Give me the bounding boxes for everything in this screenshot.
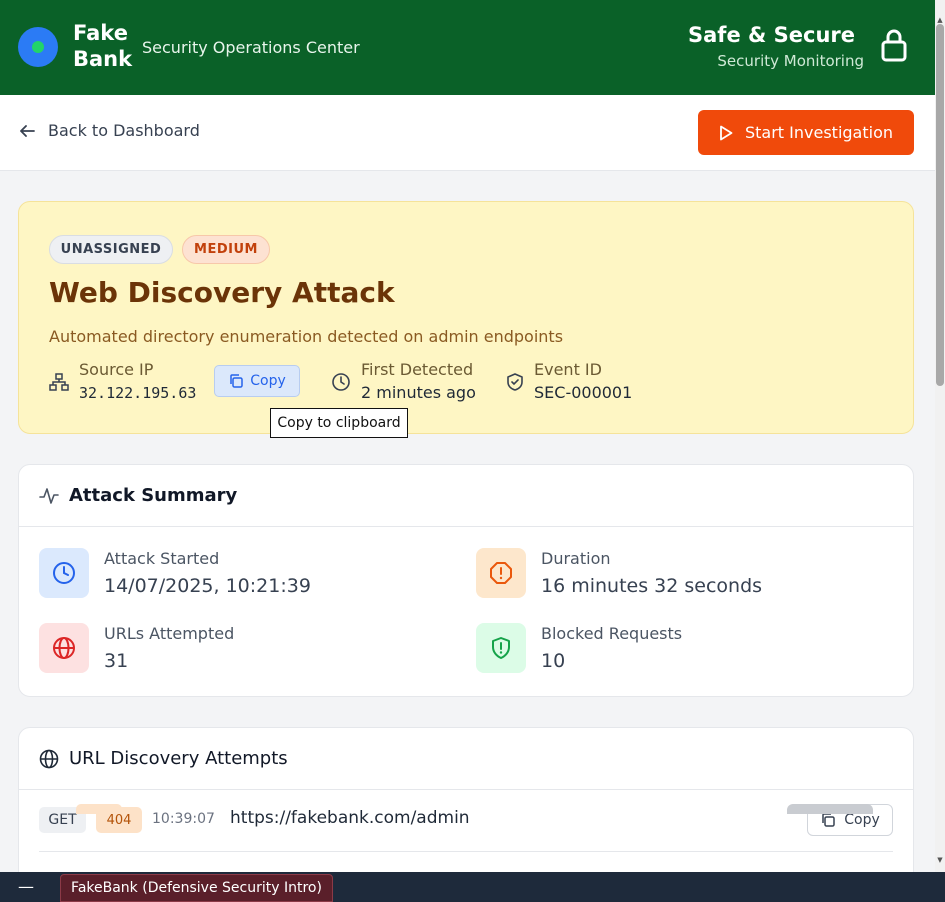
shield-alert-icon bbox=[492, 637, 510, 659]
safe-subtitle: Security Monitoring bbox=[717, 52, 864, 70]
copy-icon bbox=[230, 374, 243, 388]
next-row-status-badge bbox=[76, 804, 122, 814]
url-discovery-header: URL Discovery Attempts bbox=[19, 728, 913, 790]
start-investigation-label: Start Investigation bbox=[744, 123, 893, 142]
top-header: Fake Bank Security Operations Center Saf… bbox=[0, 0, 945, 95]
url-discovery-title: URL Discovery Attempts bbox=[69, 748, 288, 769]
copy-ip-label: Copy bbox=[250, 373, 286, 389]
scroll-down-arrow-icon[interactable]: ▼ bbox=[936, 856, 944, 866]
attack-summary-title: Attack Summary bbox=[69, 485, 238, 506]
back-to-dashboard-link[interactable]: Back to Dashboard bbox=[18, 121, 200, 140]
start-investigation-button[interactable]: Start Investigation bbox=[698, 110, 914, 155]
first-detected-label: First Detected bbox=[361, 360, 474, 379]
brand-subtitle: Security Operations Center bbox=[142, 38, 360, 57]
alert-card: UNASSIGNED MEDIUM Web Discovery Attack A… bbox=[18, 201, 914, 434]
stat-label: Attack Started bbox=[104, 549, 220, 568]
alert-octagon-icon bbox=[490, 562, 512, 584]
bank-logo-icon bbox=[18, 27, 58, 67]
blocked-requests-tile bbox=[476, 623, 526, 673]
taskbar-window-item[interactable]: FakeBank (Defensive Security Intro) bbox=[60, 874, 333, 902]
event-id-label: Event ID bbox=[534, 360, 602, 379]
first-detected-value: 2 minutes ago bbox=[361, 383, 476, 402]
attack-summary-header: Attack Summary bbox=[19, 465, 913, 527]
page-scrollbar[interactable]: ▲ ▼ bbox=[935, 0, 945, 872]
request-url: https://fakebank.com/admin bbox=[230, 808, 470, 828]
stat-value: 14/07/2025, 10:21:39 bbox=[104, 575, 311, 597]
duration-tile bbox=[476, 548, 526, 598]
severity-badge: MEDIUM bbox=[182, 235, 270, 264]
next-row-copy-button[interactable] bbox=[787, 804, 873, 814]
stat-label: Duration bbox=[541, 549, 611, 568]
clock-icon bbox=[53, 562, 75, 584]
table-row: GET 404 10:39:07 https://fakebank.com/ad… bbox=[39, 790, 893, 852]
activity-icon bbox=[39, 487, 59, 504]
copy-url-label: Copy bbox=[844, 812, 880, 828]
menu-icon[interactable]: — bbox=[18, 877, 36, 897]
taskbar: — FakeBank (Defensive Security Intro) bbox=[0, 872, 945, 902]
attack-summary-card: Attack Summary Attack Started 14/07/2025… bbox=[18, 464, 914, 697]
clock-icon bbox=[332, 373, 350, 391]
globe-icon bbox=[39, 749, 59, 768]
stat-value: 16 minutes 32 seconds bbox=[541, 575, 763, 597]
request-time: 10:39:07 bbox=[152, 811, 215, 827]
stat-label: Blocked Requests bbox=[541, 624, 683, 643]
safe-title: Safe & Secure bbox=[688, 23, 855, 47]
event-id-value: SEC-000001 bbox=[534, 383, 633, 402]
assignment-badge: UNASSIGNED bbox=[49, 235, 173, 264]
play-icon bbox=[720, 125, 733, 140]
lock-icon bbox=[881, 29, 907, 62]
attack-started-tile bbox=[39, 548, 89, 598]
alert-title: Web Discovery Attack bbox=[49, 276, 395, 309]
urls-attempted-tile bbox=[39, 623, 89, 673]
copy-tooltip: Copy to clipboard bbox=[270, 408, 408, 438]
stat-value: 10 bbox=[541, 650, 566, 672]
network-icon bbox=[49, 373, 69, 391]
globe-icon bbox=[53, 637, 75, 659]
brand-name: Fake Bank bbox=[73, 21, 133, 71]
shield-check-icon bbox=[507, 373, 523, 391]
scroll-thumb[interactable] bbox=[936, 24, 944, 386]
stat-label: URLs Attempted bbox=[104, 624, 235, 643]
copy-ip-button[interactable]: Copy bbox=[214, 365, 300, 397]
arrow-left-icon bbox=[20, 124, 35, 137]
copy-icon bbox=[822, 813, 835, 827]
alert-description: Automated directory enumeration detected… bbox=[49, 327, 564, 346]
source-ip-value: 32.122.195.63 bbox=[79, 384, 197, 402]
back-label: Back to Dashboard bbox=[48, 121, 200, 140]
stat-value: 31 bbox=[104, 650, 129, 672]
source-ip-label: Source IP bbox=[79, 360, 154, 379]
action-bar: Back to Dashboard Start Investigation bbox=[0, 95, 935, 171]
